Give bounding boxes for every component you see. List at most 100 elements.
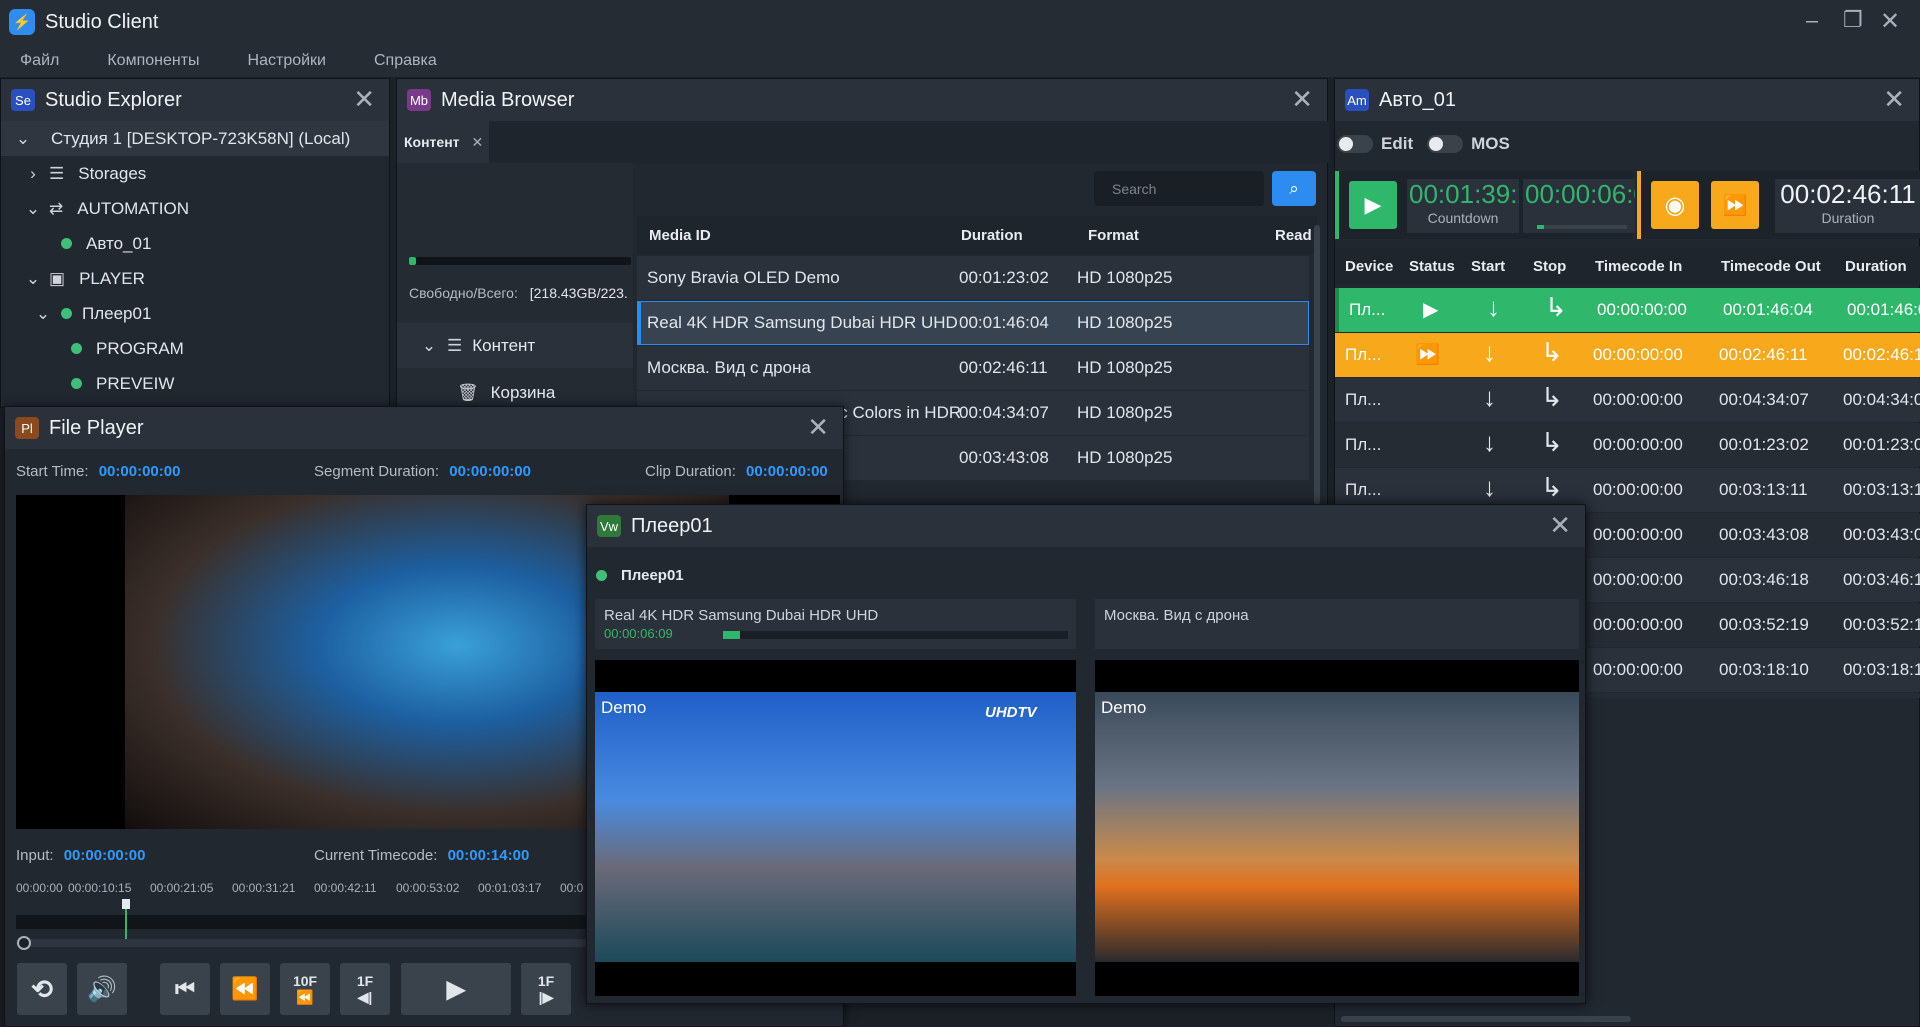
tree-item-player[interactable]: ⌄ ▣ PLAYER [1,261,389,296]
tab-label: Контент [404,134,460,150]
timeline-track[interactable] [16,915,596,929]
tree-item-label: Контент [472,335,536,355]
panel-title: Плеер01 [631,514,713,537]
tree-item-content[interactable]: ⌄ ☰ Контент [397,323,633,368]
playlist-row[interactable]: Пл... ▶ ↓ ↳ 00:00:00:00 00:01:46:04 00:01:46:0 [1335,288,1920,332]
tree-item-storages[interactable]: › ☰ Storages [1,156,389,191]
col-media-id[interactable]: Media ID [649,227,711,244]
col-format[interactable]: Format [1088,227,1139,244]
col-duration[interactable]: Duration [961,227,1023,244]
cell-timecode-out: 00:04:34:07 [1719,390,1809,409]
col-stop[interactable]: Stop [1533,258,1566,275]
playlist-row[interactable]: 00:00:00:00 00:03:52:19 00:03:52:1 [1587,603,1920,647]
back-1f-button[interactable]: 1F ◀| [340,963,390,1015]
col-timecode-out[interactable]: Timecode Out [1721,258,1821,275]
cell-timecode-in: 00:00:00:00 [1593,570,1683,589]
chevron-down-icon[interactable]: ⌄ [23,199,43,219]
program-clip-time: 00:00:06:09 [604,626,673,641]
tree-item-automation[interactable]: ⌄ ⇄ AUTOMATION [1,191,389,226]
rewind-icon: ⏪ [296,989,314,1005]
scrub-bar[interactable] [16,939,596,947]
col-status[interactable]: Status [1409,258,1455,275]
fileplayer-badge-icon: Pl [15,417,39,439]
close-app-icon[interactable]: ✕ [1880,7,1900,36]
mos-toggle[interactable] [1427,135,1464,153]
close-icon[interactable]: ✕ [807,413,829,441]
restore-icon[interactable]: ❐ [1843,7,1863,33]
cell-duration: 00:03:43:0 [1843,525,1920,544]
col-read[interactable]: Read [1275,227,1312,244]
tree-root[interactable]: ⌄ Студия 1 [DESKTOP-723K58N] (Local) [1,121,389,156]
chevron-down-icon[interactable]: ⌄ [419,336,439,356]
menu-settings[interactable]: Настройки [248,52,326,70]
cell-timecode-out: 00:03:13:11 [1719,480,1808,499]
skip-start-button[interactable]: ⏮ [160,963,210,1015]
col-timecode-in[interactable]: Timecode In [1595,258,1682,275]
col-device[interactable]: Device [1345,258,1393,275]
table-row[interactable]: Sony Bravia OLED Demo 00:01:23:02 HD 108… [637,256,1309,300]
playhead-handle[interactable] [122,899,130,909]
skip-button[interactable]: ⏩ [1711,181,1759,229]
playlist-row[interactable]: Пл... ↓ ↳ 00:00:00:00 00:01:23:02 00:01:23:0 [1335,423,1920,467]
menu-file[interactable]: Файл [20,52,59,70]
tick-label: 00:00:10:15 [68,881,132,895]
chevron-down-icon[interactable]: ⌄ [23,269,43,289]
chevron-down-icon[interactable]: ⌄ [33,304,53,324]
countdown-label: Countdown [1427,210,1499,226]
minimize-icon[interactable]: ⎯ [1806,7,1818,35]
tree-item-program[interactable]: PROGRAM [1,331,389,366]
status-dot [71,343,82,354]
tab-content[interactable]: Контент ✕ [397,121,489,163]
edit-toggle[interactable] [1337,135,1373,153]
table-row[interactable]: Москва. Вид с дрона 00:02:46:11 HD 1080p… [637,346,1309,390]
playlist-row[interactable]: 00:00:00:00 00:03:18:10 00:03:18:1 [1587,648,1920,692]
program-progress-fill [723,631,741,639]
close-icon[interactable]: ✕ [1883,85,1905,113]
col-duration[interactable]: Duration [1845,258,1907,275]
countdown-value: 00:01:39:20 [1409,179,1519,209]
close-icon[interactable]: ✕ [472,134,484,151]
playlist-row[interactable]: Пл... ↓ ↳ 00:00:00:00 00:04:34:07 00:04:34:0 [1335,378,1920,422]
tree-item-player01[interactable]: ⌄ Плеер01 [1,296,389,331]
horizontal-scrollbar[interactable] [1341,1016,1631,1022]
close-icon[interactable]: ✕ [353,85,375,113]
search-button[interactable]: ⌕ [1272,171,1316,206]
tick-label: 00:00:31:21 [232,881,296,895]
cell-timecode-out: 00:01:23:02 [1719,435,1809,454]
start-arrow-icon: ↓ [1483,427,1496,457]
close-icon[interactable]: ✕ [1549,511,1571,539]
forward-1f-button[interactable]: 1F |▶ [521,963,571,1015]
current-value: 00:00:14:00 [447,847,530,864]
rewind-button[interactable]: ⏪ [220,963,270,1015]
menu-help[interactable]: Справка [374,52,437,70]
demo-watermark: Demo [601,698,647,717]
back-10f-button[interactable]: 10F ⏪ [280,963,330,1015]
play-button[interactable]: ▶ [1349,181,1397,229]
elapsed-value: 00:00:06:09 [1525,179,1635,209]
close-icon[interactable]: ✕ [1291,85,1313,113]
search-input[interactable]: Search [1094,171,1264,206]
tick-label: 00:00:00 [16,881,63,895]
chevron-right-icon[interactable]: › [23,164,43,184]
tree-item-auto01[interactable]: Авто_01 [1,226,389,261]
panel-title: Studio Explorer [45,88,182,111]
cue-button[interactable]: ◉ [1651,181,1699,229]
playlist-row[interactable]: 00:00:00:00 00:03:43:08 00:03:43:0 [1587,513,1920,557]
input-timecode: Input: 00:00:00:00 [16,847,145,864]
scrub-handle[interactable] [17,936,31,950]
menu-components[interactable]: Компоненты [107,52,199,70]
table-row-selected[interactable]: Real 4K HDR Samsung Dubai HDR UHD 00:01:… [637,301,1309,345]
chevron-down-icon[interactable]: ⌄ [13,129,33,149]
volume-button[interactable]: 🔊 [77,963,127,1015]
panel-header: Am Авто_01 ✕ [1335,79,1919,121]
playlist-row[interactable]: 00:00:00:00 00:03:46:18 00:03:46:1 [1587,558,1920,602]
playlist-row[interactable]: 00:00:00:0000:02:23:1400:02:23:1 [1587,693,1920,698]
col-start[interactable]: Start [1471,258,1505,275]
preview-info: Москва. Вид с дрона [1095,599,1579,649]
scrollbar[interactable] [1314,225,1320,505]
tree-item-preview[interactable]: PREVEIW [1,366,389,401]
cell-duration: 00:03:52:1 [1843,615,1920,634]
play-button[interactable]: ▶ [401,963,511,1015]
loop-button[interactable]: ⟲ [17,963,67,1015]
playlist-row[interactable]: Пл... ⏩ ↓ ↳ 00:00:00:00 00:02:46:11 00:02:46:1 [1335,333,1920,377]
